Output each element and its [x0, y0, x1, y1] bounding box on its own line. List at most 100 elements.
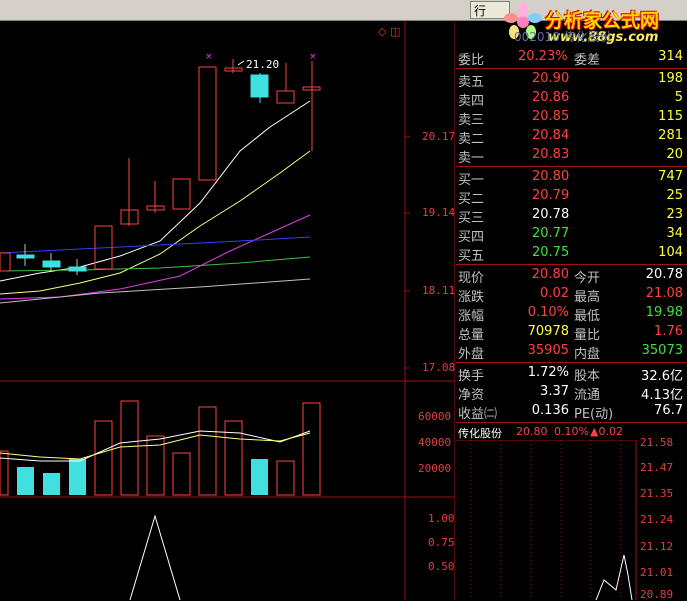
- price-tick-1: 20.17: [422, 130, 456, 143]
- bid-price: 20.75: [532, 245, 570, 260]
- stat-row: 现价 20.80 今开 20.78: [456, 266, 687, 286]
- ask-row[interactable]: 卖三 20.85 115: [456, 108, 687, 128]
- bid-row[interactable]: 买四 20.77 34: [456, 225, 687, 245]
- stat-value: 19.98: [645, 305, 683, 320]
- mini-tick: 20.89: [640, 588, 674, 601]
- stat-label: 涨幅: [458, 309, 485, 324]
- stat-row: 涨幅 0.10% 最低 19.98: [456, 304, 687, 324]
- bid-row[interactable]: 买五 20.75 104: [456, 244, 687, 264]
- ask-row[interactable]: 卖五 20.90 198: [456, 70, 687, 90]
- weibi-row: 委比 20.23% 委差 314: [456, 48, 687, 68]
- ma-magenta: [0, 214, 311, 300]
- stat-row: 净资 3.37 流通 4.13亿: [456, 383, 687, 403]
- stat-value: 0.02: [540, 286, 569, 301]
- stat-value: 20.78: [645, 267, 683, 282]
- stat-row: 总量 70978 量比 1.76: [456, 323, 687, 343]
- ind-tick-2: 0.75: [428, 536, 455, 549]
- vol-tick-1: 60000: [418, 410, 452, 423]
- stat-label: 净资: [458, 388, 485, 403]
- mini-tick: 21.58: [640, 436, 674, 449]
- ask-row[interactable]: 卖二 20.84 281: [456, 127, 687, 147]
- stat-label: 最高: [574, 290, 601, 305]
- mini-tick: 21.35: [640, 487, 674, 500]
- stat-value: 35073: [641, 343, 683, 358]
- bid-row[interactable]: 买二 20.79 25: [456, 187, 687, 207]
- max-price-label: 21.20: [246, 58, 279, 71]
- vol-ma-yellow: [0, 432, 311, 460]
- quote-panel: 委比 20.23% 委差 314 卖五 20.90 198 卖四 20.86 5…: [456, 44, 687, 422]
- marker-x-1: ×: [205, 52, 213, 62]
- ask-label: 卖五: [458, 75, 485, 90]
- marker-x-2: ×: [309, 52, 317, 62]
- bid-label: 买三: [458, 211, 485, 226]
- price-tick-4: 17.08: [422, 361, 456, 374]
- stat-value: 1.72%: [527, 365, 569, 380]
- mini-tick: 21.01: [640, 566, 674, 579]
- candles: [0, 59, 321, 275]
- stat-value: 0.10%: [527, 305, 569, 320]
- ask-vol: 115: [658, 109, 683, 124]
- stat-value: 35905: [527, 343, 569, 358]
- weibi-label: 委比: [458, 53, 485, 68]
- stat-label: 股本: [574, 369, 601, 384]
- ask-row[interactable]: 卖四 20.86 5: [456, 89, 687, 109]
- volume-bars: [0, 400, 321, 496]
- stat-label: 总量: [458, 328, 485, 343]
- mini-pct: 0.10%: [554, 425, 589, 438]
- stat-label: 最低: [574, 309, 601, 324]
- stat-row: 外盘 35905 内盘 35073: [456, 342, 687, 362]
- ask-price: 20.86: [532, 90, 570, 105]
- ask-vol: 281: [658, 128, 683, 143]
- bid-vol: 104: [658, 245, 683, 260]
- mini-price: 20.80: [516, 425, 548, 438]
- vol-tick-3: 20000: [418, 462, 452, 475]
- stat-label: 流通: [574, 388, 601, 403]
- ask-label: 卖四: [458, 94, 485, 109]
- stat-label: 内盘: [574, 347, 601, 362]
- price-tick-2: 19.14: [422, 206, 456, 219]
- bid-label: 买五: [458, 249, 485, 264]
- stat-value: 20.80: [531, 267, 569, 282]
- weicha-value: 314: [658, 49, 683, 64]
- ind-tick-1: 1.00: [428, 512, 455, 525]
- weicha-label: 委差: [574, 53, 601, 68]
- stat-row: 收益㈡ 0.136 PE(动) 76.7: [456, 402, 687, 422]
- stat-label: 量比: [574, 328, 601, 343]
- ask-price: 20.90: [532, 71, 570, 86]
- vol-tick-2: 40000: [418, 436, 452, 449]
- ask-price: 20.83: [532, 147, 570, 162]
- bid-vol: 747: [658, 169, 683, 184]
- stat-label: 现价: [458, 271, 485, 286]
- bid-label: 买四: [458, 230, 485, 245]
- stat-label: 今开: [574, 271, 601, 286]
- ma-gray: [0, 278, 311, 304]
- bid-price: 20.80: [532, 169, 570, 184]
- stock-code: 002010: [514, 30, 560, 44]
- stat-value: 21.08: [645, 286, 683, 301]
- bid-vol: 25: [666, 188, 683, 203]
- mini-change: ▲0.02: [590, 425, 623, 438]
- mini-tick: 21.24: [640, 513, 674, 526]
- stock-header: 002010 传化股份: [514, 28, 612, 45]
- ma-yellow: [0, 150, 311, 295]
- stat-row: 换手 1.72% 股本 32.6亿: [456, 364, 687, 384]
- ask-row[interactable]: 卖一 20.83 20: [456, 146, 687, 166]
- ma-blue: [0, 236, 311, 254]
- bid-price: 20.77: [532, 226, 570, 241]
- mini-tick: 21.47: [640, 461, 674, 474]
- mini-stock-name: 传化股份: [458, 427, 502, 440]
- stock-name: 传化股份: [563, 30, 612, 44]
- bid-row[interactable]: 买一 20.80 747: [456, 168, 687, 188]
- intraday-price-line: [595, 554, 633, 600]
- ask-vol: 20: [666, 147, 683, 162]
- ask-price: 20.85: [532, 109, 570, 124]
- stat-label: PE(动): [574, 407, 614, 422]
- bid-row[interactable]: 买三 20.78 23: [456, 206, 687, 226]
- stat-label: 换手: [458, 369, 485, 384]
- kline-chart[interactable]: × × 21.20: [0, 21, 455, 600]
- ask-vol: 198: [658, 71, 683, 86]
- stat-label: 收益㈡: [458, 407, 498, 422]
- bid-label: 买二: [458, 192, 485, 207]
- bid-vol: 23: [666, 207, 683, 222]
- mini-tick: 21.12: [640, 540, 674, 553]
